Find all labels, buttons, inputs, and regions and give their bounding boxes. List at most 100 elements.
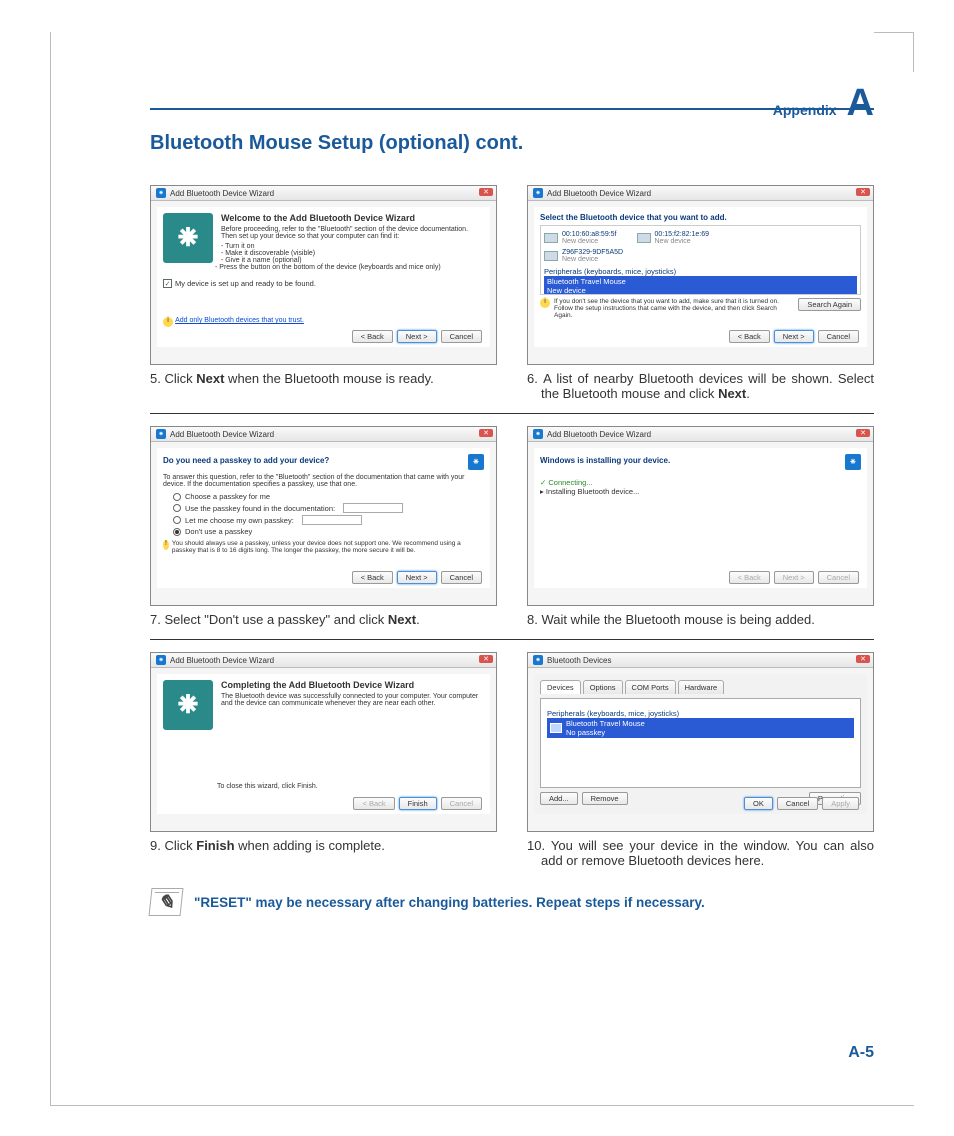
device-item[interactable]: 00:10:60:a8:59:5fNew device (544, 231, 617, 245)
cancel-button: Cancel (441, 797, 482, 810)
caption-number: 9. (150, 838, 161, 853)
close-icon[interactable]: ✕ (856, 429, 870, 437)
bluetooth-icon: ⁕ (533, 655, 543, 665)
next-button[interactable]: Next > (397, 571, 437, 584)
dialog-installing: ⁕ Add Bluetooth Device Wizard ✕ Windows … (527, 426, 874, 606)
back-button: < Back (729, 571, 770, 584)
close-instruction: To close this wizard, click Finish. (217, 783, 318, 790)
device-sub: New device (547, 286, 586, 295)
radio-choose-for-me[interactable]: Choose a passkey for me (173, 492, 484, 501)
warning-icon: ! (163, 540, 169, 550)
bluetooth-icon: ⁕ (468, 454, 484, 470)
device-sub: New device (562, 238, 598, 245)
page-header: Appendix A (150, 84, 874, 122)
device-name: 00:15:f2:82:1e:69 (655, 231, 710, 238)
dialog-title-text: Add Bluetooth Device Wizard (170, 189, 274, 198)
cancel-button[interactable]: Cancel (777, 797, 818, 810)
next-button[interactable]: Next > (774, 330, 814, 343)
close-icon[interactable]: ✕ (856, 188, 870, 196)
back-button[interactable]: < Back (729, 330, 770, 343)
device-item[interactable]: 00:15:f2:82:1e:69New device (637, 231, 710, 245)
caption-10: 10. You will see your device in the wind… (527, 838, 874, 868)
device-name: Bluetooth Travel Mouse (566, 719, 645, 728)
caption-text: You will see your device in the window. … (541, 838, 874, 868)
bluetooth-icon: ⁕ (156, 429, 166, 439)
radio-use-documentation[interactable]: Use the passkey found in the documentati… (173, 503, 484, 513)
bluetooth-logo: ⁕ (163, 680, 213, 730)
caption-number: 10. (527, 838, 545, 853)
note-icon: ✎ (149, 888, 184, 916)
page-content: Appendix A Bluetooth Mouse Setup (option… (150, 84, 874, 916)
caption-text: A list of nearby Bluetooth devices will … (541, 371, 874, 401)
caption-5: 5. Click Next when the Bluetooth mouse i… (150, 371, 497, 386)
tip-text: If you don't see the device that you wan… (554, 298, 794, 319)
ready-checkbox[interactable]: ✓ (163, 279, 172, 288)
dialog-body: Devices Options COM Ports Hardware Perip… (534, 674, 867, 814)
search-again-button[interactable]: Search Again (798, 298, 861, 311)
info-icon: i (540, 298, 550, 308)
device-name: Z96F329-9DF5A5D (562, 249, 623, 256)
bullet: - Press the button on the bottom of the … (215, 264, 484, 271)
radio-dont-use[interactable]: Don't use a passkey (173, 527, 484, 536)
back-button[interactable]: < Back (352, 571, 393, 584)
bullet: - Make it discoverable (visible) (215, 250, 484, 257)
caption-number: 7. (150, 612, 161, 627)
steps-grid: ⁕ Add Bluetooth Device Wizard ✕ ⁕ Welcom… (150, 185, 874, 868)
caption-9: 9. Click Finish when adding is complete. (150, 838, 497, 853)
page-corner (874, 32, 914, 72)
passkey-input[interactable] (343, 503, 403, 513)
radio-choose-own[interactable]: Let me choose my own passkey: (173, 515, 484, 525)
device-item[interactable]: Z96F329-9DF5A5DNew device (544, 249, 857, 263)
caption-text: . (416, 612, 420, 627)
close-icon[interactable]: ✕ (856, 655, 870, 663)
next-button: Next > (774, 571, 814, 584)
dialog-titlebar: ⁕ Add Bluetooth Device Wizard ✕ (528, 427, 873, 442)
tab-options[interactable]: Options (583, 680, 623, 694)
ok-button[interactable]: OK (744, 797, 773, 810)
note-text: "RESET" may be necessary after changing … (194, 895, 705, 910)
caption-bold: Next (196, 371, 224, 386)
device-item-selected[interactable]: Bluetooth Travel Mouse No passkey (547, 718, 854, 738)
radio-label: Choose a passkey for me (185, 492, 270, 501)
dialog-button-row: < Back Next > Cancel (352, 330, 482, 343)
next-button[interactable]: Next > (397, 330, 437, 343)
dialog-body: ⁕ Completing the Add Bluetooth Device Wi… (157, 674, 490, 814)
passkey-input[interactable] (302, 515, 362, 525)
device-item-selected[interactable]: Bluetooth Travel Mouse New device (544, 276, 857, 295)
caption-number: 8. (527, 612, 538, 627)
caption-bold: Next (718, 386, 746, 401)
caption-text: when adding is complete. (235, 838, 385, 853)
remove-button[interactable]: Remove (582, 792, 628, 805)
apply-button: Apply (822, 797, 859, 810)
back-button[interactable]: < Back (352, 330, 393, 343)
add-button[interactable]: Add... (540, 792, 578, 805)
dialog-button-row: < Back Next > Cancel (352, 571, 482, 584)
device-sub: No passkey (566, 728, 605, 737)
tab-com-ports[interactable]: COM Ports (625, 680, 676, 694)
close-icon[interactable]: ✕ (479, 429, 493, 437)
dialog-passkey: ⁕ Add Bluetooth Device Wizard ✕ Do you n… (150, 426, 497, 606)
tab-hardware[interactable]: Hardware (678, 680, 725, 694)
close-icon[interactable]: ✕ (479, 188, 493, 196)
separator (150, 413, 874, 414)
cancel-button[interactable]: Cancel (818, 330, 859, 343)
dialog-button-row: < Back Finish Cancel (353, 797, 482, 810)
device-name: Bluetooth Travel Mouse (547, 277, 626, 286)
dialog-titlebar: ⁕ Bluetooth Devices ✕ (528, 653, 873, 668)
dialog-complete: ⁕ Add Bluetooth Device Wizard ✕ ⁕ Comple… (150, 652, 497, 832)
dialog-subtitle: Select the Bluetooth device that you wan… (540, 213, 861, 222)
bluetooth-icon: ⁕ (156, 188, 166, 198)
appendix-letter: A (847, 84, 874, 122)
finish-button[interactable]: Finish (399, 797, 437, 810)
device-group-header: Peripherals (keyboards, mice, joysticks) (544, 267, 857, 276)
info-icon: i (163, 317, 173, 327)
caption-text: Click (164, 838, 196, 853)
tab-devices[interactable]: Devices (540, 680, 581, 694)
trust-link[interactable]: Add only Bluetooth devices that you trus… (175, 317, 304, 324)
dialog-button-row: < Back Next > Cancel (729, 571, 859, 584)
cancel-button[interactable]: Cancel (441, 571, 482, 584)
section-title: Bluetooth Mouse Setup (optional) cont. (150, 132, 874, 155)
close-icon[interactable]: ✕ (479, 655, 493, 663)
cancel-button[interactable]: Cancel (441, 330, 482, 343)
dialog-titlebar: ⁕ Add Bluetooth Device Wizard ✕ (151, 653, 496, 668)
